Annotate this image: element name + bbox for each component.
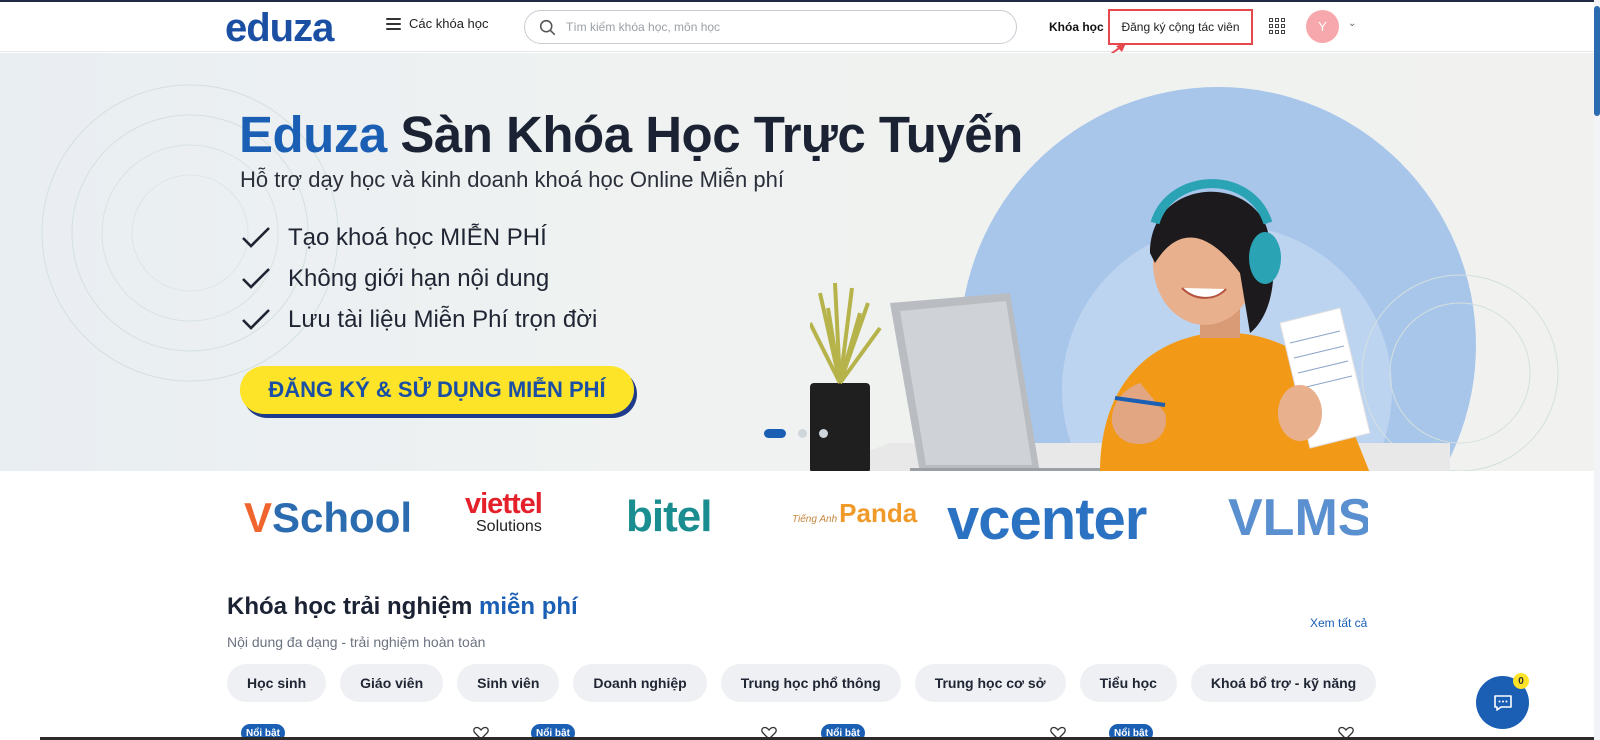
vschool-logo-text: School	[272, 494, 413, 541]
carousel-dots	[764, 429, 828, 438]
viettel-logo-text: viettel	[465, 488, 543, 520]
hero-banner: Eduza Sàn Khóa Học Trực Tuyến Hỗ trợ dạy…	[0, 53, 1594, 471]
section-title-highlight: miễn phí	[479, 593, 578, 620]
panda-logo[interactable]: Tiếng AnhPanda	[792, 498, 917, 529]
eduza-logo[interactable]: eduza	[225, 6, 334, 51]
page-scrollbar[interactable]	[1594, 0, 1600, 740]
category-chip-tieu-hoc[interactable]: Tiểu học	[1079, 664, 1177, 702]
chevron-down-icon[interactable]: ⌄	[1348, 18, 1356, 29]
category-chip-giao-vien[interactable]: Giáo viên	[340, 664, 444, 702]
viettel-logo[interactable]: viettel Solutions	[465, 488, 543, 536]
feature-item: Không giới hạn nội dung	[240, 258, 597, 299]
check-icon	[242, 267, 270, 289]
category-chip-hoc-sinh[interactable]: Học sinh	[227, 664, 327, 702]
panda-logo-prefix: Tiếng Anh	[792, 514, 838, 525]
partner-logos: VSchool viettel Solutions bitel Tiếng An…	[240, 486, 1370, 552]
chat-unread-badge: 0	[1513, 673, 1529, 689]
avatar[interactable]: Y	[1306, 10, 1339, 43]
viettel-logo-sub: Solutions	[476, 518, 542, 535]
see-all-link[interactable]: Xem tất cả	[1310, 616, 1367, 630]
category-chips: Học sinh Giáo viên Sinh viên Doanh nghiệ…	[227, 664, 1377, 702]
hamburger-icon	[386, 17, 401, 30]
vcenter-logo[interactable]: vcenter	[947, 486, 1147, 553]
feature-list: Tạo khoá học MIỄN PHÍ Không giới hạn nội…	[240, 217, 597, 340]
search-input[interactable]	[566, 20, 986, 34]
category-chip-thcs[interactable]: Trung học cơ sở	[914, 664, 1066, 702]
hero-illustration	[810, 179, 1450, 471]
vschool-logo[interactable]: VSchool	[244, 494, 412, 542]
carousel-dot[interactable]	[798, 429, 807, 438]
search-icon	[539, 19, 556, 35]
courses-menu-button[interactable]: Các khóa học	[386, 16, 489, 31]
category-chip-doanh-nghiep[interactable]: Doanh nghiệp	[573, 664, 707, 702]
check-icon	[242, 308, 270, 330]
section-title-main: Khóa học trải nghiệm	[227, 593, 480, 620]
category-chip-bo-tro[interactable]: Khoá bổ trợ - kỹ năng	[1190, 664, 1377, 702]
feature-label: Không giới hạn nội dung	[288, 264, 550, 292]
category-chip-thpt[interactable]: Trung học phổ thông	[720, 664, 901, 702]
carousel-dot[interactable]	[819, 429, 828, 438]
panda-logo-text: Panda	[839, 498, 918, 528]
check-icon	[242, 226, 270, 248]
page: eduza Các khóa học Khóa học Đăng ký cộng…	[0, 0, 1600, 740]
vlms-logo[interactable]: VLMS	[1228, 488, 1368, 548]
vschool-logo-v: V	[244, 494, 273, 541]
carousel-dot-active[interactable]	[764, 429, 786, 438]
register-free-button[interactable]: ĐĂNG KÝ & SỬ DỤNG MIỄN PHÍ	[240, 366, 634, 414]
feature-label: Lưu tài liệu Miễn Phí trọn đời	[288, 305, 598, 333]
chat-icon	[1493, 694, 1512, 711]
search-box[interactable]	[524, 10, 1017, 44]
feature-item: Tạo khoá học MIỄN PHÍ	[240, 217, 597, 258]
section-title: Khóa học trải nghiệm miễn phí	[227, 593, 578, 621]
scrollbar-thumb[interactable]	[1594, 6, 1600, 116]
plant-pot	[810, 383, 870, 471]
apps-grid-icon[interactable]	[1269, 18, 1285, 34]
feature-item: Lưu tài liệu Miễn Phí trọn đời	[240, 299, 597, 340]
bitel-logo[interactable]: bitel	[626, 492, 712, 542]
nav-courses-link[interactable]: Khóa học	[1049, 20, 1104, 34]
site-header: eduza Các khóa học Khóa học Đăng ký cộng…	[0, 2, 1594, 52]
category-chip-sinh-vien[interactable]: Sinh viên	[457, 664, 560, 702]
register-affiliate-label: Đăng ký cộng tác viên	[1121, 20, 1240, 34]
hero-subtitle: Hỗ trợ dạy học và kinh doanh khoá học On…	[240, 167, 784, 192]
section-subtitle: Nội dung đa dạng - trải nghiệm hoàn toàn	[227, 634, 486, 650]
hero-title-brand: Eduza	[239, 106, 387, 163]
courses-menu-label: Các khóa học	[409, 16, 489, 31]
feature-label: Tạo khoá học MIỄN PHÍ	[288, 223, 547, 251]
